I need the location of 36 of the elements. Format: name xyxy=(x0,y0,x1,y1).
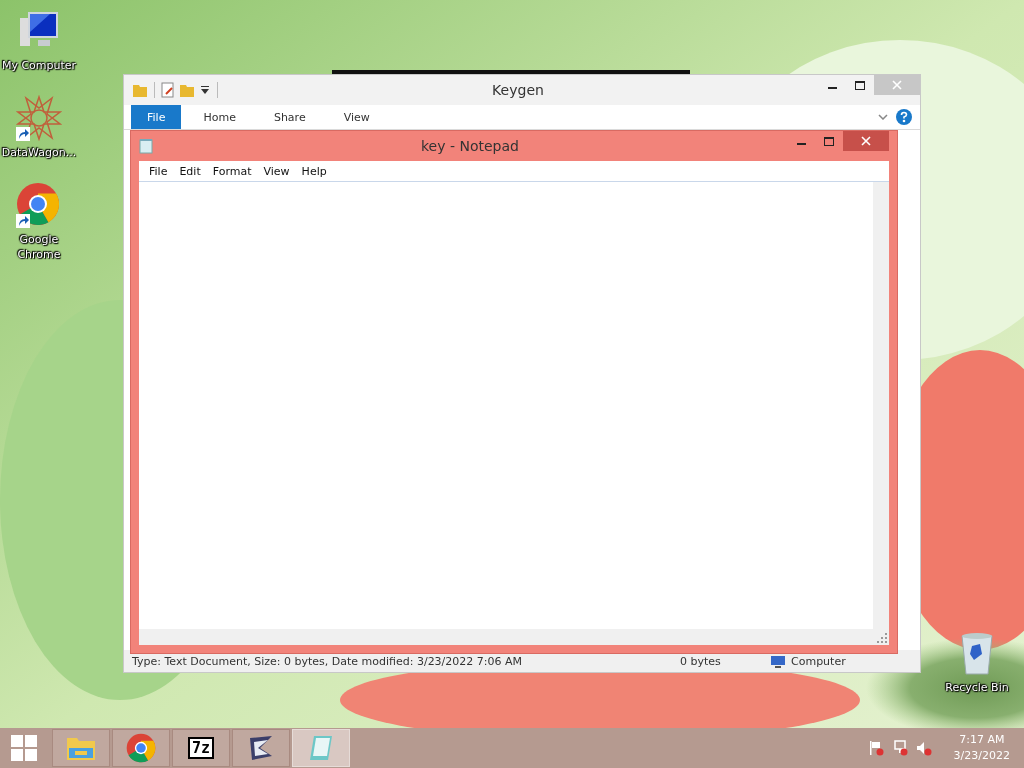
notepad-icon xyxy=(139,138,153,154)
help-icon[interactable] xyxy=(896,109,912,125)
chevron-down-icon[interactable] xyxy=(878,114,888,120)
network-icon[interactable] xyxy=(891,740,908,756)
ribbon-tab[interactable]: Home xyxy=(187,105,252,129)
quick-access-toolbar-icon xyxy=(132,82,218,98)
minimize-icon xyxy=(796,143,806,145)
menu-item[interactable]: File xyxy=(143,164,174,178)
vertical-scrollbar[interactable] xyxy=(873,182,889,629)
close-icon xyxy=(861,136,871,146)
taskbar-button[interactable] xyxy=(232,729,290,767)
status-size: 0 bytes xyxy=(680,654,722,668)
maximize-icon xyxy=(855,80,865,90)
speaker-icon[interactable] xyxy=(915,740,932,756)
menu-item[interactable]: View xyxy=(257,164,296,178)
menu-item[interactable]: Help xyxy=(295,164,333,178)
maximize-icon xyxy=(824,136,834,146)
minimize-icon xyxy=(827,87,837,89)
menu-item[interactable]: Edit xyxy=(173,164,207,178)
window-title: Keygen xyxy=(491,82,545,98)
ribbon-tab[interactable]: File xyxy=(131,105,182,129)
shortcut-arrow-icon xyxy=(16,214,30,228)
horizontal-scrollbar[interactable] xyxy=(139,629,873,645)
chrome-icon xyxy=(126,733,156,763)
archive-app-icon: 7z xyxy=(187,737,215,759)
taskbar-button[interactable]: 7z xyxy=(172,729,230,767)
computer-icon xyxy=(770,654,786,668)
status-details: Type: Text Document, Size: 0 bytes, Date modified: 3/23/2022 7:06 AM xyxy=(132,654,523,668)
ribbon-tab[interactable]: Share xyxy=(257,105,322,129)
close-icon xyxy=(892,80,902,90)
status-location: Computer xyxy=(791,654,846,668)
window-title: key - Notepad xyxy=(420,138,520,154)
menu-item[interactable]: Format xyxy=(206,164,258,178)
flag-icon[interactable] xyxy=(867,740,884,756)
ribbon-tab[interactable]: View xyxy=(327,105,386,129)
windows-logo-icon xyxy=(11,735,37,761)
